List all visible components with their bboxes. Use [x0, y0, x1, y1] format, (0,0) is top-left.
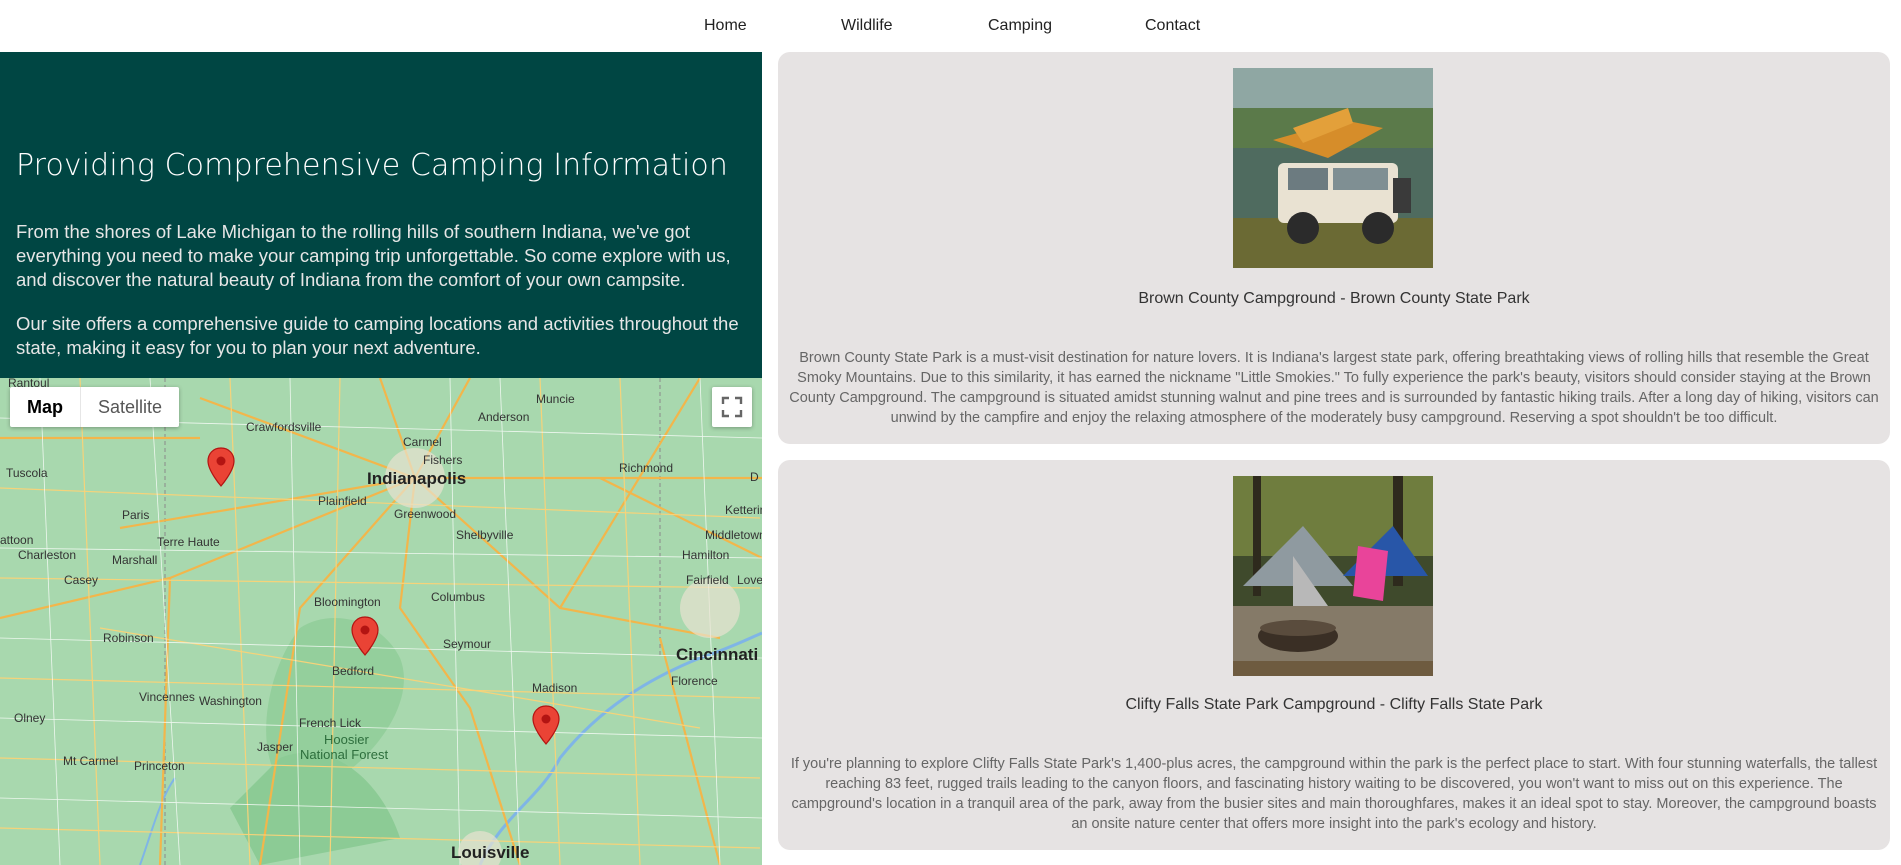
map-label-hamilton: Hamilton [682, 548, 730, 562]
map-label-robinson: Robinson [103, 631, 154, 645]
map-label-greenwood: Greenwood [394, 507, 457, 521]
map-label-french-lick: French Lick [299, 716, 362, 730]
map-label-hoosier: Hoosier [324, 732, 369, 747]
map-label-d: D [750, 470, 759, 484]
map-label-cincinnati: Cincinnati [676, 645, 759, 664]
map-label-anderson: Anderson [478, 410, 530, 424]
map-label-middletown: Middletown [705, 528, 762, 542]
map-label-princeton: Princeton [134, 759, 185, 773]
map-label-madison: Madison [532, 681, 578, 695]
map-label-louisville: Louisville [451, 843, 530, 862]
nav-contact-link[interactable]: Contact [1145, 17, 1200, 35]
map-label-bedford: Bedford [332, 664, 375, 678]
map-label-olney: Olney [14, 711, 46, 725]
map-label-kettering: Ketterin [725, 503, 762, 517]
map-label-fairfield: Fairfield [686, 573, 729, 587]
map-roads-layer [0, 378, 762, 865]
nav-home-link[interactable]: Home [704, 17, 747, 35]
nav-wildlife-link[interactable]: Wildlife [841, 17, 893, 35]
hero-paragraph-2: Our site offers a comprehensive guide to… [16, 313, 739, 358]
fullscreen-button[interactable] [712, 387, 752, 427]
map-label-seymour: Seymour [443, 637, 492, 651]
map-type-map-button[interactable]: Map [10, 387, 81, 427]
map-type-control: Map Satellite [10, 387, 180, 427]
map-label-mt-carmel: Mt Carmel [63, 754, 119, 768]
map-label-muncie: Muncie [536, 392, 575, 406]
map-label-jasper: Jasper [257, 740, 294, 754]
map-label-charleston: Charleston [18, 548, 77, 562]
map-type-satellite-button[interactable]: Satellite [81, 387, 179, 427]
map-label-richmond: Richmond [619, 461, 674, 475]
campground-card: Brown County Campground - Brown County S… [778, 52, 1890, 444]
campground-description: If you're planning to explore Clifty Fal… [790, 756, 1878, 832]
campground-title: Clifty Falls State Park Campground - Cli… [1125, 696, 1543, 713]
map-label-national-forest: National Forest [300, 747, 389, 762]
map-label-plainfield: Plainfield [318, 494, 367, 508]
map-label-marshall: Marshall [112, 553, 158, 567]
map-label-terre-haute: Terre Haute [157, 535, 220, 549]
campground-title: Brown County Campground - Brown County S… [1138, 290, 1530, 307]
map-label-columbus: Columbus [431, 590, 486, 604]
map-label-tuscola: Tuscola [6, 466, 48, 480]
map-label-florence: Florence [671, 674, 718, 688]
hero-panel: Providing Comprehensive Camping Informat… [0, 52, 762, 378]
hero-paragraph-1: From the shores of Lake Michigan to the … [16, 221, 731, 290]
map-label-carmel: Carmel [403, 435, 442, 449]
map-label-indianapolis: Indianapolis [367, 469, 467, 488]
fullscreen-icon [721, 396, 743, 418]
map-label-shelbyville: Shelbyville [456, 528, 514, 542]
nav-camping-link[interactable]: Camping [988, 17, 1052, 35]
top-nav: Home Wildlife Camping Contact [0, 0, 1901, 52]
campground-map[interactable]: Indianapolis Cincinnati Louisville Munci… [0, 378, 762, 865]
map-label-casey: Casey [64, 573, 99, 587]
map-label-attoon: attoon [0, 533, 34, 547]
map-pin-icon[interactable] [531, 704, 561, 748]
map-label-vincennes: Vincennes [139, 690, 195, 704]
map-label-washington: Washington [199, 694, 262, 708]
campground-card: Clifty Falls State Park Campground - Cli… [778, 460, 1890, 850]
map-pin-icon[interactable] [206, 446, 236, 490]
map-pin-icon[interactable] [350, 615, 380, 659]
map-label-love: Love [737, 573, 762, 587]
campground-photo [1233, 68, 1433, 268]
hero-title: Providing Comprehensive Camping Informat… [16, 148, 728, 183]
map-label-fishers: Fishers [423, 453, 463, 467]
campground-description: Brown County State Park is a must-visit … [789, 350, 1879, 426]
map-label-paris: Paris [122, 508, 150, 522]
map-label-bloomington: Bloomington [314, 595, 381, 609]
map-label-crawfordsville: Crawfordsville [246, 420, 322, 434]
campground-photo [1233, 476, 1433, 676]
